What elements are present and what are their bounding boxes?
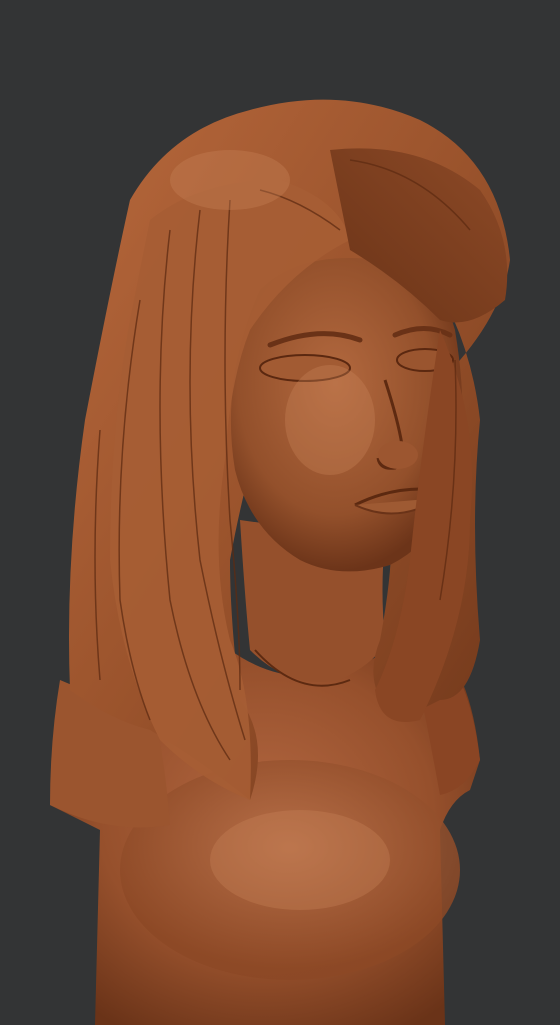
- clay-sculpture: [50, 99, 510, 1025]
- sculpt-viewport[interactable]: [0, 0, 560, 1025]
- nose-tip: [378, 441, 418, 469]
